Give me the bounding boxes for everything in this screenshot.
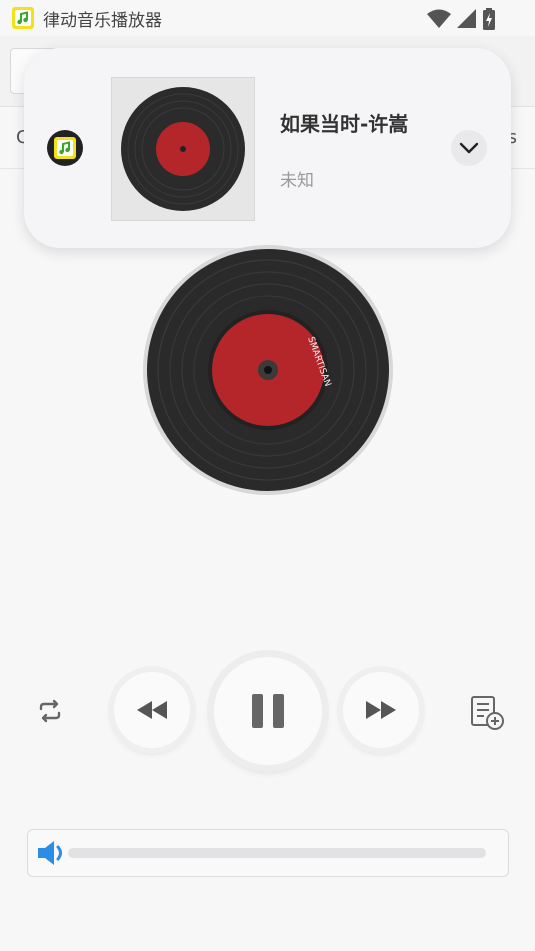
vinyl-disc: SMARTISAN <box>143 245 393 495</box>
fast-forward-icon <box>366 701 396 719</box>
music-note-app-icon <box>47 130 83 166</box>
status-icons <box>427 8 495 30</box>
app-title: 律动音乐播放器 <box>43 11 162 31</box>
battery-charging-icon <box>483 8 495 30</box>
playlist-add-icon <box>471 696 504 730</box>
expand-button[interactable] <box>451 130 487 166</box>
song-artist: 未知 <box>280 171 314 191</box>
repeat-icon <box>39 699 61 723</box>
status-bar: 律动音乐播放器 <box>0 0 535 36</box>
wifi-icon <box>427 9 451 28</box>
song-title: 如果当时-许嵩 <box>280 112 409 136</box>
repeat-button[interactable] <box>32 693 68 729</box>
play-pause-button[interactable] <box>214 657 322 765</box>
media-notification-card[interactable]: 如果当时-许嵩 未知 <box>24 48 511 248</box>
music-note-app-icon <box>12 7 34 29</box>
rewind-icon <box>137 701 167 719</box>
volume-slider[interactable] <box>68 848 486 858</box>
album-disc-image <box>121 87 245 211</box>
previous-button[interactable] <box>114 672 190 748</box>
volume-icon[interactable] <box>36 838 68 868</box>
playlist-button[interactable] <box>468 694 506 732</box>
signal-icon <box>457 9 476 28</box>
next-button[interactable] <box>343 672 419 748</box>
album-cover <box>111 77 255 221</box>
pause-icon <box>252 694 284 728</box>
chevron-down-icon <box>459 142 479 154</box>
volume-control <box>27 829 509 877</box>
